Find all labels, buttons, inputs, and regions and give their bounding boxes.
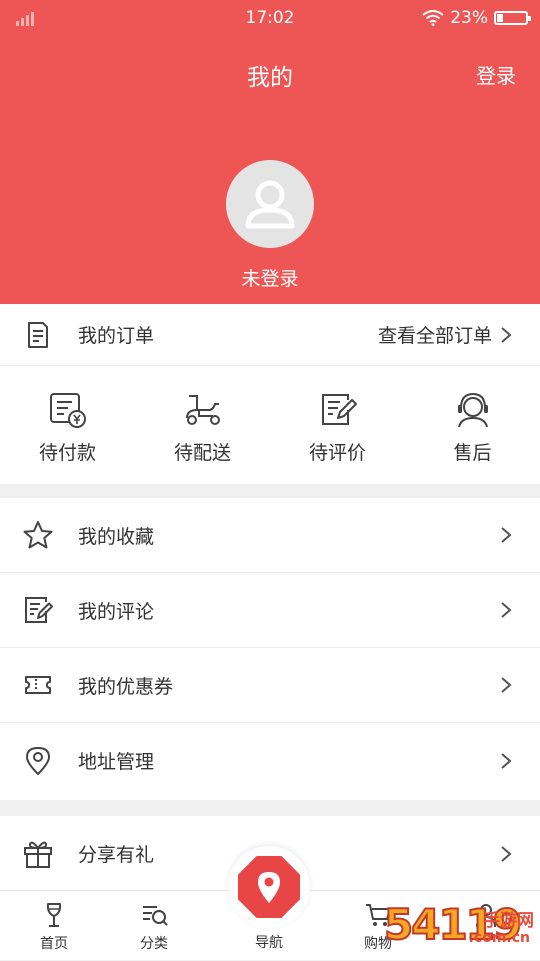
login-button[interactable]: 登录: [476, 60, 516, 89]
chevron-right-icon: [501, 527, 512, 543]
watermark-sub: 手游网: [483, 911, 534, 931]
order-status-bar: 待付款 待配送 待评价 售后: [0, 366, 540, 484]
profile-header: 我的 登录 未登录: [0, 38, 540, 304]
pending-review-icon: [321, 394, 357, 425]
nav-navigation-button[interactable]: [228, 846, 310, 928]
nav-label: 分类: [140, 936, 168, 952]
battery-percent: 23%: [450, 8, 488, 28]
menu-card: 我的收藏 我的评论 我的优惠券 地址管理: [0, 498, 540, 800]
location-icon: [26, 746, 50, 775]
order-status-label: 售后: [453, 442, 492, 464]
nav-label: 首页: [40, 936, 68, 952]
avatar[interactable]: [226, 160, 314, 248]
order-status-label: 待评价: [308, 442, 366, 464]
wifi-icon: [422, 10, 444, 26]
map-pin-icon: [258, 872, 280, 903]
menu-item-label: 我的优惠券: [78, 675, 174, 698]
nav-category[interactable]: 分类: [114, 891, 194, 961]
delivery-scooter-icon: [185, 395, 220, 425]
menu-item-comments[interactable]: 我的评论: [0, 573, 540, 648]
nav-label: 导航: [255, 935, 283, 951]
menu-item-label: 我的收藏: [78, 525, 155, 548]
order-status-pending-review[interactable]: 待评价: [270, 366, 405, 484]
user-status: 未登录: [241, 268, 299, 290]
order-status-pending-payment[interactable]: 待付款: [0, 366, 135, 484]
status-bar: 17:02 23%: [0, 0, 540, 38]
nav-home[interactable]: 首页: [14, 891, 94, 961]
page-title: 我的: [247, 65, 293, 91]
chevron-right-icon: [501, 677, 512, 693]
user-icon: [245, 180, 295, 229]
view-all-orders-link[interactable]: 查看全部订单: [378, 321, 492, 348]
star-icon: [23, 521, 53, 549]
my-orders-label: 我的订单: [78, 325, 155, 347]
comment-edit-icon: [25, 597, 53, 623]
battery-icon: [494, 11, 531, 25]
wine-glass-icon: [46, 903, 62, 927]
orders-card: 我的订单 查看全部订单 待付款 待配送 待评价 售后: [0, 304, 540, 484]
order-status-after-sales[interactable]: 售后: [405, 366, 540, 484]
pending-payment-icon: [49, 393, 86, 428]
customer-service-icon: [457, 392, 488, 428]
menu-item-label: 地址管理: [78, 751, 155, 773]
menu-item-favorites[interactable]: 我的收藏: [0, 498, 540, 573]
chevron-right-icon: [501, 752, 512, 769]
gift-icon: [24, 841, 52, 868]
menu-item-label: 我的评论: [78, 600, 155, 623]
order-status-label: 待配送: [173, 442, 231, 464]
chevron-right-icon: [501, 602, 512, 618]
menu-item-coupons[interactable]: 我的优惠券: [0, 648, 540, 723]
watermark-logo: 54119 手游网 .com.cn: [383, 899, 534, 958]
coupon-icon: [25, 676, 51, 694]
chevron-right-icon: [501, 326, 512, 343]
order-list-icon: [28, 321, 48, 348]
my-orders-row[interactable]: 我的订单 查看全部订单: [0, 304, 540, 366]
order-status-pending-delivery[interactable]: 待配送: [135, 366, 270, 484]
chevron-right-icon: [501, 845, 512, 862]
menu-item-label: 分享有礼: [78, 844, 155, 866]
menu-item-address[interactable]: 地址管理: [0, 723, 540, 798]
order-status-label: 待付款: [38, 442, 96, 464]
watermark-domain: .com.cn: [468, 930, 530, 946]
category-search-icon: [143, 906, 168, 926]
